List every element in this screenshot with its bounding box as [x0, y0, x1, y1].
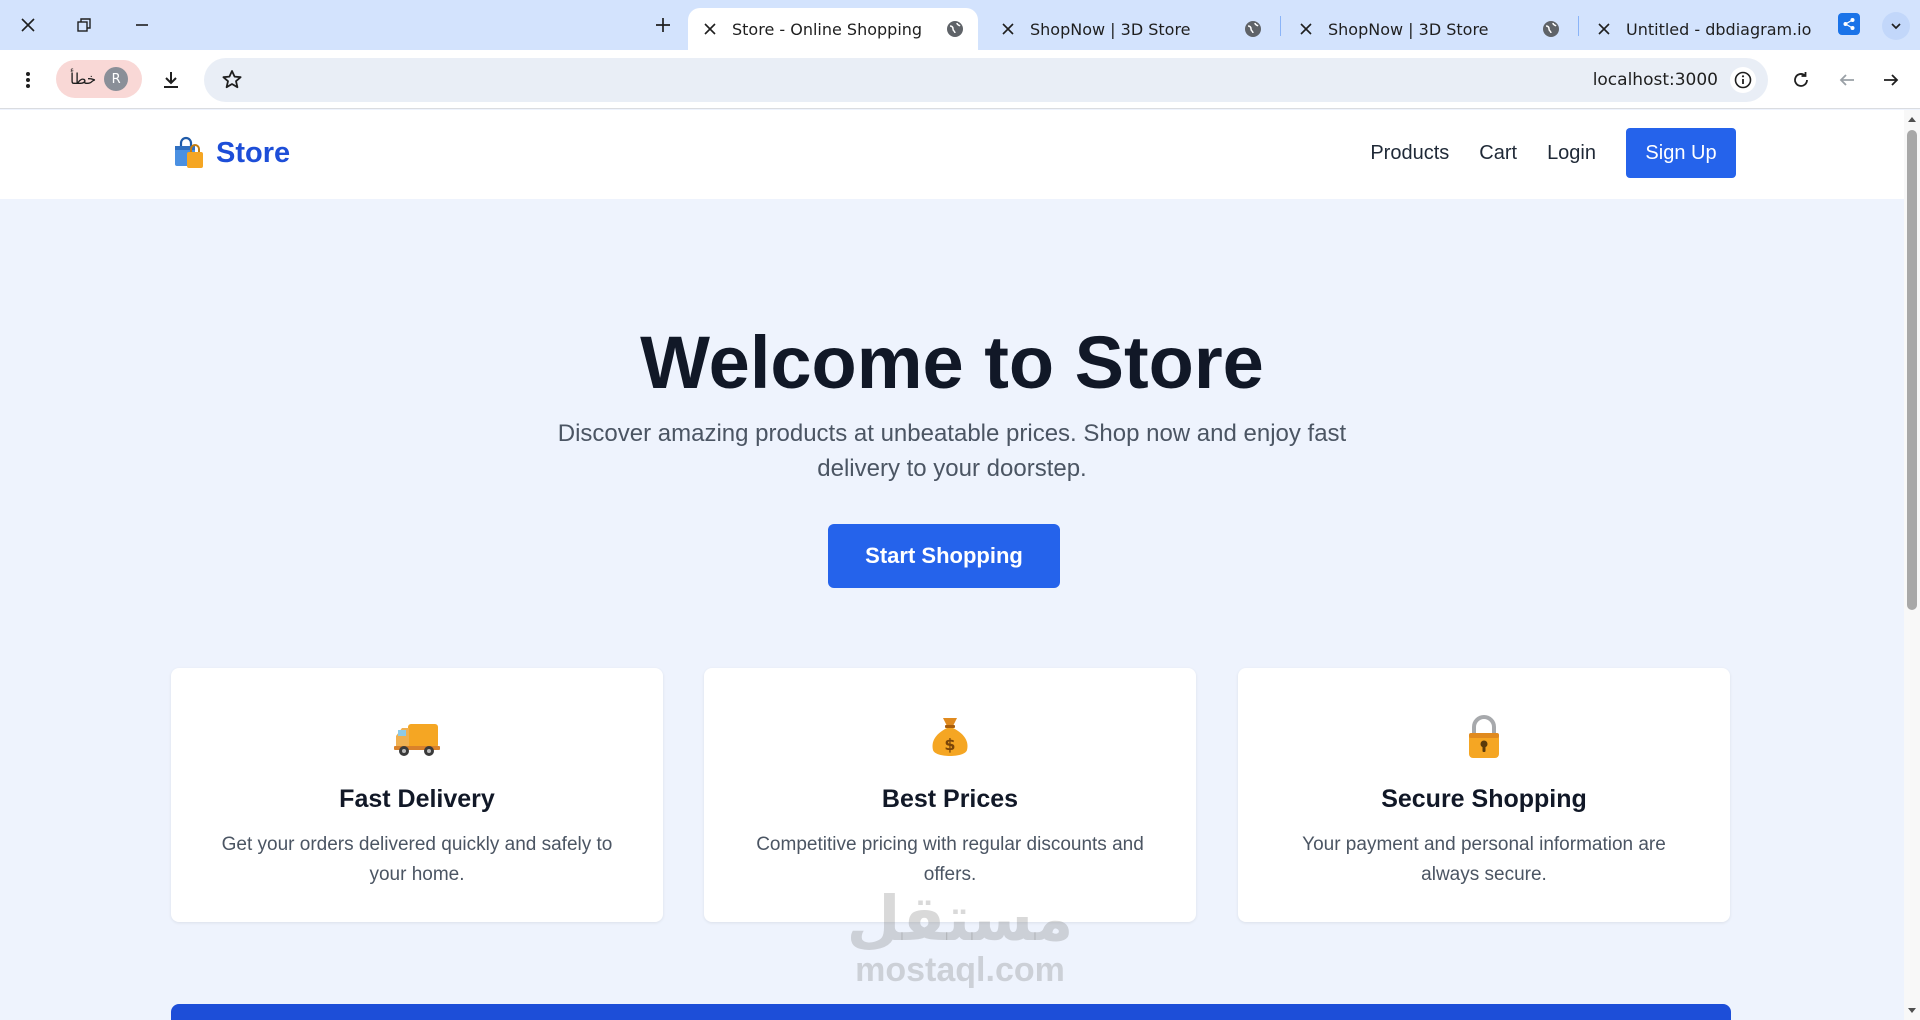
site-info-button[interactable]: [1730, 67, 1756, 93]
main-nav: Products Cart Login Sign Up: [1340, 128, 1736, 178]
chevron-down-icon: [1891, 23, 1901, 30]
forward-button[interactable]: [1874, 63, 1908, 97]
shopping-bags-icon: [175, 136, 203, 168]
delivery-truck-icon: [394, 724, 440, 756]
share-button[interactable]: [1838, 13, 1860, 35]
site-header: Store Products Cart Login Sign Up: [0, 110, 1904, 199]
feature-text: Competitive pricing with regular discoun…: [756, 834, 1144, 885]
address-bar[interactable]: localhost:3000: [204, 58, 1768, 102]
svg-text:$: $: [944, 735, 955, 754]
feature-card-best-prices: $ Best Prices Competitive pricing with r…: [704, 668, 1196, 922]
globe-icon: [944, 18, 966, 40]
page-viewport: Store Products Cart Login Sign Up Welcom…: [0, 110, 1904, 1020]
tab-dbdiagram[interactable]: Untitled - dbdiagram.io: [1582, 8, 1822, 50]
close-icon: [704, 23, 716, 35]
tab-title: Untitled - dbdiagram.io: [1626, 19, 1812, 39]
globe-icon: [1242, 18, 1264, 40]
hero-title: Welcome to Store: [640, 321, 1264, 404]
tab-shopnow-1[interactable]: ShopNow | 3D Store: [986, 8, 1276, 50]
profile-button[interactable]: خطأ R: [56, 60, 142, 98]
tab-store-online-shopping[interactable]: Store - Online Shopping: [688, 8, 978, 50]
nav-login-link[interactable]: Login: [1547, 142, 1596, 165]
tab-shopnow-2[interactable]: ShopNow | 3D Store: [1284, 8, 1574, 50]
url-text[interactable]: localhost:3000: [1593, 70, 1718, 90]
downloads-button[interactable]: [154, 63, 188, 97]
tab-close-button[interactable]: [998, 19, 1018, 39]
tab-title: ShopNow | 3D Store: [1030, 19, 1191, 39]
bookmark-star-icon[interactable]: [220, 68, 244, 92]
arrow-left-icon: [1839, 74, 1854, 86]
close-icon: [1300, 23, 1312, 35]
close-icon: [21, 18, 35, 32]
tab-close-button[interactable]: [1594, 19, 1614, 39]
profile-status-text: خطأ: [70, 70, 97, 88]
reload-button[interactable]: [1784, 63, 1818, 97]
share-icon: [1843, 18, 1855, 30]
restore-icon: [77, 18, 91, 32]
close-icon: [1598, 23, 1610, 35]
promo-banner: [171, 1004, 1731, 1020]
browser-menu-button[interactable]: [11, 63, 45, 97]
minimize-icon: [136, 24, 148, 26]
brand-name: Store: [216, 136, 291, 169]
feature-card-fast-delivery: Fast Delivery Get your orders delivered …: [171, 668, 663, 922]
feature-title: Best Prices: [881, 785, 1019, 813]
download-icon: [164, 72, 178, 88]
feature-text: Get your orders delivered quickly and sa…: [221, 834, 613, 885]
tab-close-button[interactable]: [700, 19, 720, 39]
tab-close-button[interactable]: [1296, 19, 1316, 39]
scrollbar-thumb[interactable]: [1907, 130, 1917, 610]
start-shopping-button[interactable]: Start Shopping: [828, 524, 1060, 588]
lock-icon: [1469, 715, 1499, 758]
tab-separator: [1578, 16, 1579, 36]
tab-title: Store - Online Shopping: [732, 19, 923, 39]
window-close-button[interactable]: [10, 10, 46, 40]
feature-text: Your payment and personal information ar…: [1302, 834, 1666, 885]
arrow-right-icon: [1884, 74, 1899, 86]
back-button[interactable]: [1830, 63, 1864, 97]
browser-tab-strip: Store - Online Shopping ShopNow | 3D Sto…: [0, 0, 1920, 50]
scroll-up-icon[interactable]: [1907, 114, 1917, 124]
money-bag-icon: $: [932, 718, 968, 756]
reload-icon: [1794, 72, 1808, 87]
nav-cart-link[interactable]: Cart: [1479, 142, 1517, 165]
watermark-latin: mostaql.com: [855, 951, 1065, 989]
nav-products-link[interactable]: Products: [1370, 142, 1449, 165]
window-restore-button[interactable]: [66, 10, 102, 40]
feature-card-secure-shopping: Secure Shopping Your payment and persona…: [1238, 668, 1730, 922]
page-scrollbar[interactable]: [1904, 110, 1920, 1020]
plus-icon: [656, 18, 670, 32]
info-icon: [1734, 71, 1752, 89]
close-icon: [1002, 23, 1014, 35]
signup-button[interactable]: Sign Up: [1626, 128, 1736, 178]
tab-separator: [1280, 16, 1281, 36]
hero-subtitle: Discover amazing products at unbeatable …: [557, 420, 1347, 482]
scroll-down-icon[interactable]: [1907, 1006, 1917, 1016]
feature-title: Fast Delivery: [339, 785, 495, 813]
browser-toolbar: خطأ R localhost:3000: [0, 50, 1920, 109]
feature-title: Secure Shopping: [1381, 785, 1587, 813]
globe-icon: [1540, 18, 1562, 40]
new-tab-button[interactable]: [648, 10, 678, 40]
kebab-menu-icon: [26, 72, 30, 88]
window-minimize-button[interactable]: [124, 10, 160, 40]
brand-logo-link[interactable]: Store: [172, 136, 290, 170]
tab-search-button[interactable]: [1882, 12, 1910, 40]
avatar: R: [104, 67, 129, 91]
tab-title: ShopNow | 3D Store: [1328, 19, 1489, 39]
